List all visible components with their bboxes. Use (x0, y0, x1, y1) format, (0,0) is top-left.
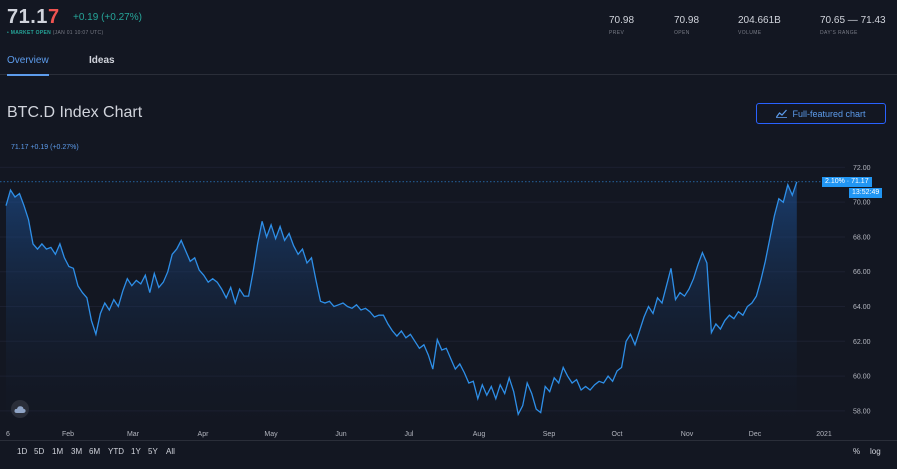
y-tick-label: 68.00 (853, 234, 871, 241)
x-tick-label: May (264, 431, 278, 438)
x-tick-label: Jun (335, 431, 346, 438)
range-all-button[interactable]: All (166, 447, 175, 456)
y-tick-label: 66.00 (853, 269, 871, 276)
x-tick-label: Jul (405, 431, 414, 438)
stat-days-range: 70.65 — 71.43 DAY'S RANGE (820, 15, 886, 36)
stat-value: 204.661B (738, 15, 781, 26)
x-tick-label: Dec (749, 431, 762, 438)
market-status-label: MARKET OPEN (10, 30, 52, 36)
range-1y-button[interactable]: 1Y (131, 447, 141, 456)
status-dot-icon: • (7, 30, 10, 36)
stat-value: 70.98 (674, 15, 700, 26)
range-1m-button[interactable]: 1M (52, 447, 63, 456)
y-tick-label: 60.00 (853, 374, 871, 381)
chart-line-icon (776, 109, 788, 118)
percent-scale-button[interactable]: % (853, 447, 860, 456)
full-featured-chart-label: Full-featured chart (792, 108, 866, 119)
x-tick-label: Feb (62, 431, 74, 438)
tab-ideas[interactable]: Ideas (89, 55, 115, 66)
x-tick-label: 2021 (816, 431, 832, 438)
y-tick-label: 62.00 (853, 339, 871, 346)
stat-label: PREV (609, 30, 625, 36)
stat-label: VOLUME (738, 30, 762, 36)
range-1d-button[interactable]: 1D (17, 447, 27, 456)
range-6m-button[interactable]: 6M (89, 447, 100, 456)
stat-label: DAY'S RANGE (820, 30, 858, 36)
stat-value: 70.65 — 71.43 (820, 15, 886, 26)
y-tick-label: 70.00 (853, 200, 871, 207)
stat-label: OPEN (674, 30, 690, 36)
tradingview-logo-icon[interactable] (11, 400, 29, 418)
stat-value: 70.98 (609, 15, 635, 26)
y-tick-label: 72.00 (853, 165, 871, 172)
price-main: 71.1 (7, 6, 48, 28)
y-tick-label: 58.00 (853, 408, 871, 415)
countdown-badge: 13:52:49 (849, 187, 883, 198)
x-tick-label: 6 (6, 431, 10, 438)
x-tick-label: Oct (612, 431, 623, 438)
range-5y-button[interactable]: 5Y (148, 447, 158, 456)
price-change: +0.19 (+0.27%) (73, 12, 142, 23)
quote-header: 71.17 +0.19 (+0.27%) • MARKET OPEN (JAN … (0, 0, 897, 44)
last-price-badge: 2.10% · 71.17 (822, 176, 872, 187)
last-price: 71.17 (7, 6, 60, 29)
x-tick-label: Aug (473, 431, 486, 438)
price-last-digit: 7 (47, 6, 60, 28)
market-time: (JAN 01 10:07 UTC) (52, 30, 104, 36)
x-tick-label: Nov (681, 431, 694, 438)
price-area (6, 181, 797, 430)
stat-prev: 70.98 PREV (609, 15, 634, 36)
range-3m-button[interactable]: 3M (71, 447, 82, 456)
cloud-icon (14, 406, 26, 413)
x-tick-label: Mar (127, 431, 140, 438)
tab-overview[interactable]: Overview (7, 55, 49, 76)
stat-volume: 204.661B VOLUME (738, 15, 781, 36)
price-chart[interactable]: 72.00 70.00 68.00 66.00 64.00 62.00 60.00 58.00… (0, 140, 897, 440)
range-5d-button[interactable]: 5D (34, 447, 44, 456)
tab-bar: Overview Ideas (0, 46, 897, 76)
y-tick-label: 64.00 (853, 304, 871, 311)
market-status: • MARKET OPEN (JAN 01 10:07 UTC) (7, 30, 103, 36)
full-featured-chart-button[interactable]: Full-featured chart (756, 103, 886, 124)
log-scale-button[interactable]: log (870, 447, 881, 456)
chart-title: BTC.D Index Chart (7, 104, 143, 121)
stat-open: 70.98 OPEN (674, 15, 699, 36)
x-tick-label: Apr (198, 431, 210, 438)
range-ytd-button[interactable]: YTD (108, 447, 124, 456)
range-bar: 1D 5D 1M 3M 6M YTD 1Y 5Y All % log (0, 440, 897, 469)
x-tick-label: Sep (543, 431, 556, 438)
chart-legend: 71.17 +0.19 (+0.27%) (11, 144, 79, 151)
